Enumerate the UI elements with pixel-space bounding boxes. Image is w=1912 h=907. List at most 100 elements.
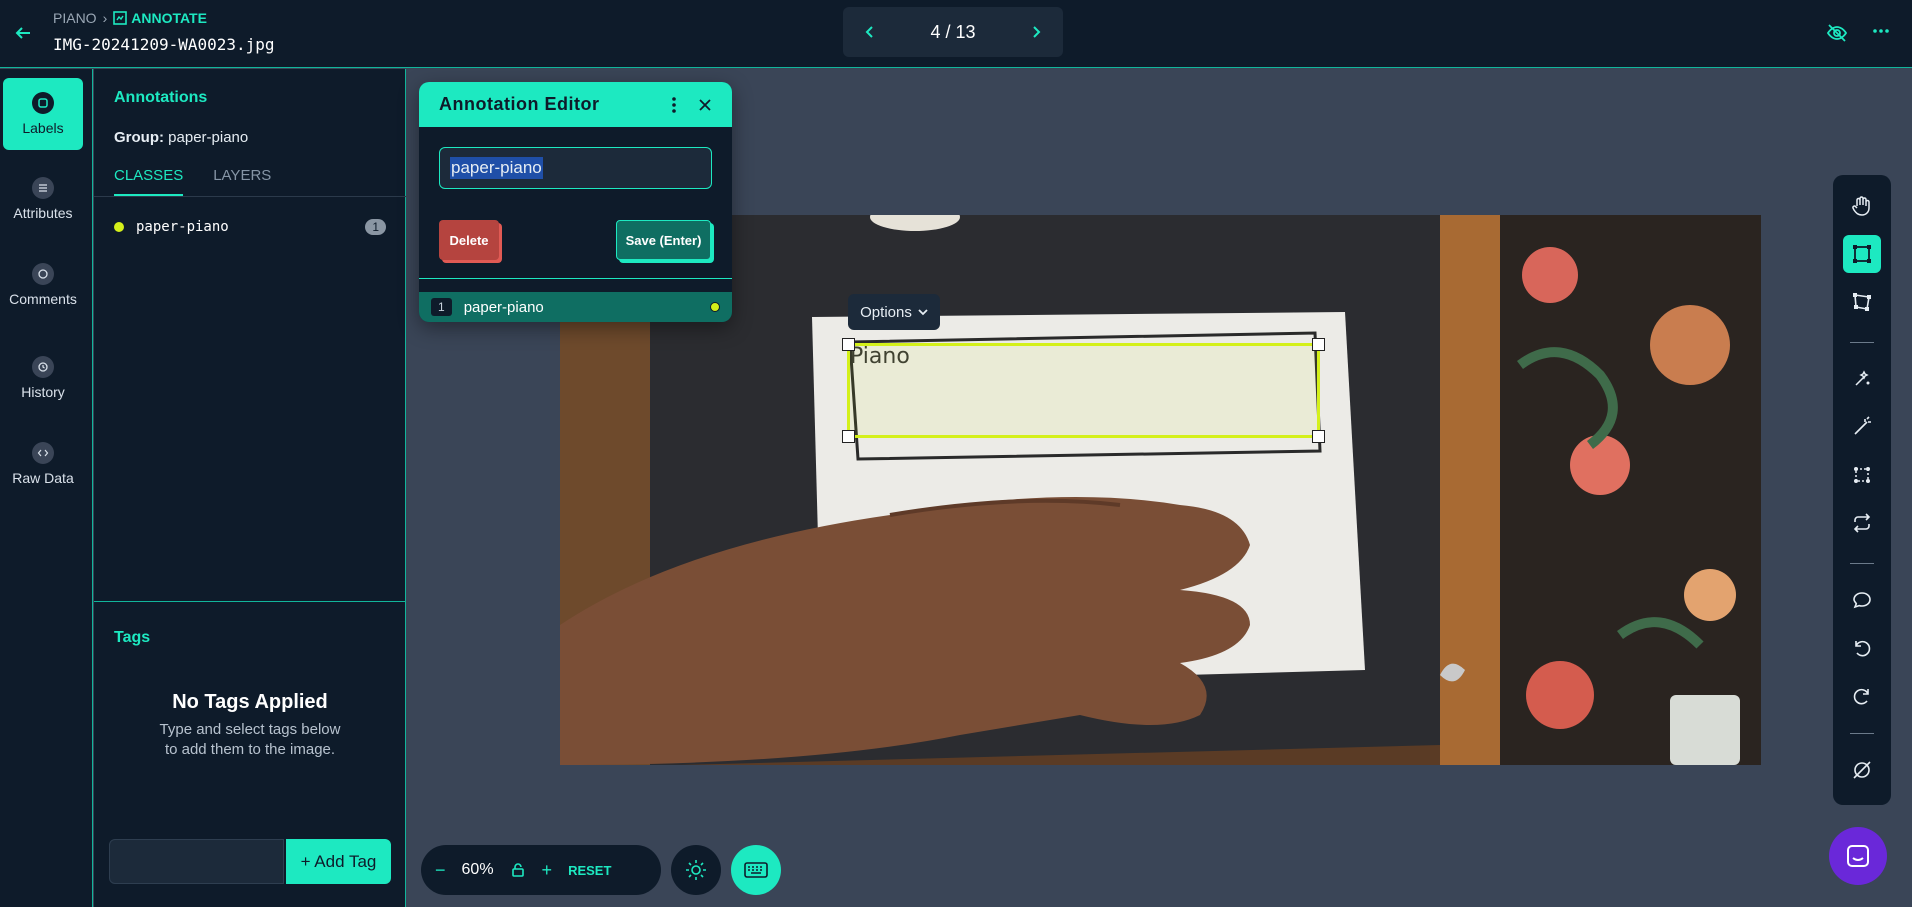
hide-annotations-icon[interactable] (1843, 751, 1881, 789)
divider (1850, 342, 1874, 343)
suggestion-name: paper-piano (463, 298, 544, 316)
kebab-menu-icon[interactable] (672, 96, 676, 113)
zoom-in-icon[interactable]: + (542, 860, 553, 881)
tag-icon (32, 92, 54, 114)
class-suggestion-item[interactable]: 1 paper-piano (419, 292, 732, 322)
resize-handle-top-right[interactable] (1312, 338, 1325, 351)
keyboard-shortcuts-button[interactable] (731, 845, 781, 895)
keypoint-tool-icon[interactable] (1843, 456, 1881, 494)
annotations-panel: Annotations Group: paper-piano CLASSES L… (94, 69, 406, 907)
eye-off-icon[interactable] (1826, 22, 1848, 44)
divider (1850, 563, 1874, 564)
panel-title: Annotations (114, 89, 208, 106)
comment-icon (32, 263, 54, 285)
annotation-image[interactable]: Piano (560, 215, 1761, 765)
group-label: Group: (114, 129, 164, 146)
polygon-tool-icon[interactable] (1843, 283, 1881, 321)
undo-icon[interactable] (1843, 629, 1881, 667)
group-value: paper-piano (168, 129, 249, 146)
no-tags-description: Type and select tags below to add them t… (159, 721, 341, 758)
previous-image-button[interactable] (863, 25, 877, 39)
next-image-button[interactable] (1029, 25, 1043, 39)
delete-button[interactable]: Delete (439, 220, 499, 260)
editor-header: Annotation Editor (419, 82, 732, 127)
pan-hand-icon[interactable] (1843, 187, 1881, 225)
redo-icon[interactable] (1843, 677, 1881, 715)
save-button[interactable]: Save (Enter) (616, 220, 711, 260)
tag-input[interactable] (109, 839, 284, 884)
class-count-badge: 1 (365, 219, 386, 235)
breadcrumb-project[interactable]: PIANO (53, 10, 97, 26)
rail-item-labels[interactable]: Labels (3, 78, 83, 150)
list-icon (32, 177, 54, 199)
tab-classes[interactable]: CLASSES (114, 167, 184, 196)
bounding-box[interactable] (842, 338, 1325, 443)
class-list-item[interactable]: paper-piano 1 (114, 215, 386, 239)
repeat-icon[interactable] (1843, 504, 1881, 542)
resize-handle-top-left[interactable] (842, 338, 855, 351)
zoom-level: 60% (461, 861, 494, 878)
rail-item-raw-data[interactable]: Raw Data (3, 428, 83, 500)
annotation-editor: Annotation Editor paper-piano Delete Sav… (419, 82, 732, 322)
pager-text: 4 / 13 (930, 21, 976, 42)
rail-label: Attributes (13, 205, 73, 221)
chat-icon (1847, 845, 1869, 867)
divider (94, 196, 406, 197)
divider (94, 601, 406, 602)
rail-label: Comments (9, 291, 77, 307)
support-chat-button[interactable] (1829, 827, 1887, 885)
unlock-icon[interactable] (510, 862, 526, 878)
class-color-dot (710, 302, 720, 312)
options-button[interactable]: Options (848, 294, 940, 330)
resize-handle-bottom-left[interactable] (842, 430, 855, 443)
tab-layers[interactable]: LAYERS (213, 167, 271, 196)
rail-item-comments[interactable]: Comments (3, 249, 83, 321)
magic-wand-icon[interactable] (1843, 408, 1881, 446)
image-pager: 4 / 13 (843, 7, 1063, 57)
chevron-down-icon (918, 309, 928, 316)
class-name: paper-piano (136, 219, 229, 235)
options-label: Options (860, 303, 912, 321)
no-tags-title: No Tags Applied (172, 691, 328, 713)
tool-rail (1833, 175, 1891, 805)
bounding-box-tool-icon[interactable] (1843, 235, 1881, 273)
add-tag-button[interactable]: + Add Tag (286, 839, 391, 884)
left-rail: Labels Attributes Comments History Raw D… (0, 69, 93, 907)
brightness-button[interactable] (671, 845, 721, 895)
zoom-out-icon[interactable]: − (435, 860, 446, 881)
input-selected-text: paper-piano (450, 157, 543, 179)
rail-label: History (21, 384, 65, 400)
chevron-right-icon: › (102, 10, 108, 26)
group-info: Group: paper-piano (114, 129, 248, 146)
reset-zoom-button[interactable]: RESET (568, 863, 611, 878)
history-icon (32, 356, 54, 378)
top-bar: PIANO › ANNOTATE IMG-20241209-WA0023.jpg… (0, 0, 1912, 68)
breadcrumb: PIANO › ANNOTATE (53, 10, 207, 26)
file-name: IMG-20241209-WA0023.jpg (53, 35, 275, 54)
comment-icon[interactable] (1843, 581, 1881, 619)
smart-select-icon[interactable] (1843, 360, 1881, 398)
class-name-input[interactable]: paper-piano (439, 147, 712, 189)
rail-label: Labels (22, 120, 64, 136)
suggestion-index: 1 (431, 298, 452, 316)
editor-title: Annotation Editor (439, 94, 600, 114)
divider (1850, 733, 1874, 734)
tags-title: Tags (114, 629, 151, 646)
annotate-icon (113, 11, 128, 25)
code-icon (32, 442, 54, 464)
rail-item-attributes[interactable]: Attributes (3, 163, 83, 235)
class-color-dot (114, 222, 124, 232)
keyboard-icon (744, 862, 768, 878)
rail-label: Raw Data (12, 470, 74, 486)
resize-handle-bottom-right[interactable] (1312, 430, 1325, 443)
rail-item-history[interactable]: History (3, 342, 83, 414)
sun-icon (686, 860, 706, 880)
zoom-controls: − 60% + RESET (421, 845, 661, 895)
close-icon[interactable] (698, 98, 712, 112)
more-options-icon[interactable] (1872, 22, 1890, 40)
photo-illustration: Piano (560, 215, 1761, 765)
panel-tabs: CLASSES LAYERS (114, 167, 271, 196)
breadcrumb-section: ANNOTATE (113, 10, 207, 26)
no-tags-message: No Tags Applied Type and select tags bel… (94, 691, 406, 760)
back-arrow-icon[interactable] (12, 22, 34, 44)
